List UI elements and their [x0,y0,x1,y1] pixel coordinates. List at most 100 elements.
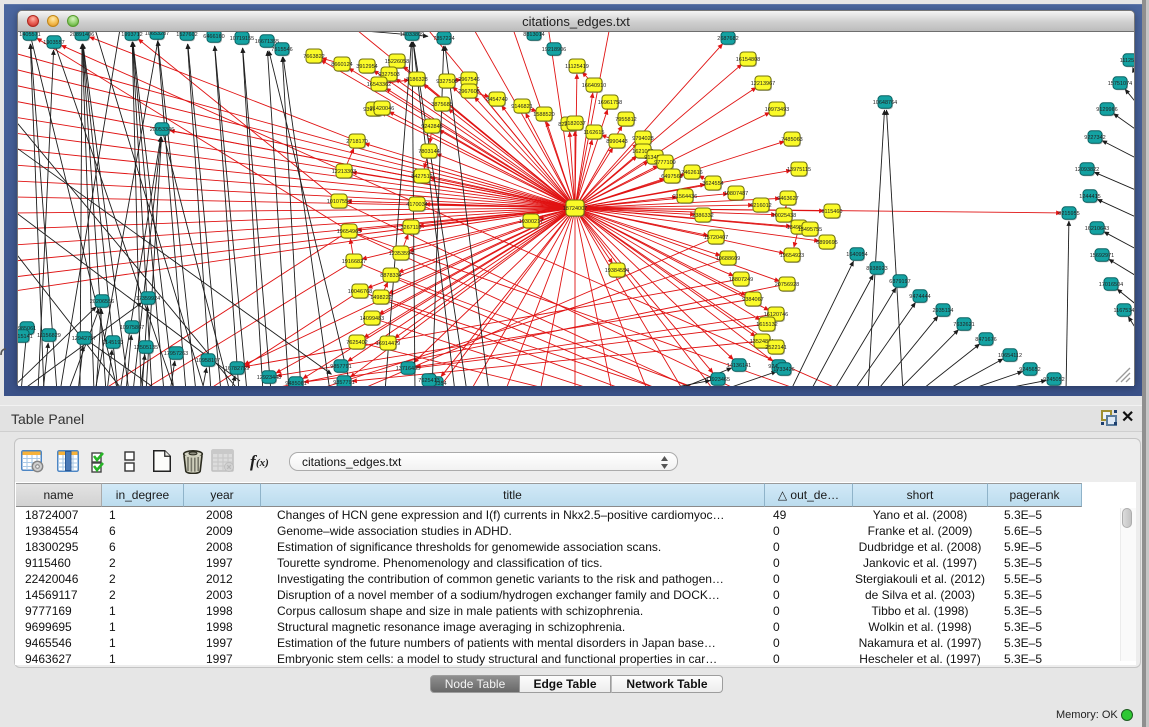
svg-text:20206556: 20206556 [90,299,114,305]
svg-text:10719155: 10719155 [230,36,254,42]
svg-text:10107553: 10107553 [327,199,351,205]
svg-text:9182037: 9182037 [564,121,585,127]
svg-text:16782759: 16782759 [225,366,249,372]
svg-text:16914479: 16914479 [376,341,400,347]
svg-text:18807249: 18807249 [729,277,753,283]
svg-text:2967608: 2967608 [458,89,479,95]
svg-text:9463627: 9463627 [777,196,798,202]
svg-text:10958107: 10958107 [196,358,220,364]
svg-text:3915141: 3915141 [18,334,33,340]
svg-text:8427512: 8427512 [411,174,432,180]
svg-text:1244415: 1244415 [1079,194,1100,200]
svg-text:1527602: 1527602 [176,32,197,38]
svg-text:1903557: 1903557 [43,40,64,46]
svg-text:18724007: 18724007 [563,206,587,212]
svg-text:9129966: 9129966 [1096,107,1117,113]
svg-text:8471676: 8471676 [975,337,996,343]
svg-text:4170034: 4170034 [406,202,427,208]
svg-text:7462616: 7462616 [681,170,702,176]
svg-text:13716485: 13716485 [396,366,420,372]
svg-text:17359924: 17359924 [136,296,160,302]
svg-text:9242845: 9242845 [421,124,442,130]
svg-text:9384067: 9384067 [742,297,763,303]
svg-text:9474444: 9474444 [909,294,930,300]
svg-text:1640954: 1640954 [846,252,867,258]
svg-text:2718170: 2718170 [346,139,367,145]
svg-text:2935114: 2935114 [932,308,953,314]
svg-text:7857224: 7857224 [433,36,454,42]
svg-text:1498222: 1498222 [370,295,391,301]
svg-text:19654923: 19654923 [780,253,804,259]
svg-text:8186328: 8186328 [406,77,427,83]
svg-text:3875685: 3875685 [431,102,452,108]
svg-text:6466160: 6466160 [203,34,224,40]
svg-text:9115460: 9115460 [821,209,842,215]
svg-text:20053346: 20053346 [150,127,174,133]
svg-text:(x): (x) [256,457,269,469]
svg-text:16640910: 16640910 [582,83,606,89]
svg-text:2967546: 2967546 [458,77,479,83]
svg-text:16154808: 16154808 [736,57,760,63]
svg-text:1112543: 1112543 [1120,58,1134,64]
svg-text:7625413: 7625413 [418,378,439,384]
svg-text:7803144: 7803144 [418,149,439,155]
svg-text:6899695: 6899695 [816,240,837,246]
svg-text:7632621: 7632621 [953,322,974,328]
svg-text:10025438: 10025438 [772,213,796,219]
svg-text:10653287: 10653287 [145,32,169,37]
svg-text:9857791: 9857791 [333,380,354,386]
svg-text:20756928: 20756928 [775,282,799,288]
svg-text:2687682: 2687682 [717,36,738,42]
svg-text:19218906: 19218906 [542,47,566,53]
svg-text:15692971: 15692971 [1090,253,1114,259]
svg-text:11156829: 11156829 [37,333,61,339]
svg-text:7955812: 7955812 [615,117,636,123]
svg-text:8660124: 8660124 [331,62,352,68]
svg-text:10648764: 10648764 [873,100,897,106]
svg-text:6216012: 6216012 [750,203,771,209]
svg-text:19654963: 19654963 [337,229,361,235]
svg-text:9857791: 9857791 [330,364,351,370]
svg-text:16033809: 16033809 [400,32,424,38]
svg-text:19166827: 19166827 [342,259,366,265]
svg-text:10654112: 10654112 [998,353,1022,359]
svg-text:15720407: 15720407 [704,235,728,241]
svg-text:10973493: 10973493 [765,107,789,113]
svg-text:1162615: 1162615 [583,130,604,136]
svg-text:7625402: 7625402 [346,340,367,346]
svg-text:9794028: 9794028 [632,136,653,142]
svg-text:9245652: 9245652 [1019,367,1040,373]
svg-text:10046768: 10046768 [348,289,372,295]
svg-text:16210643: 16210643 [1085,226,1109,232]
svg-text:16543362: 16543362 [367,82,391,88]
svg-text:1615132: 1615132 [756,322,777,328]
svg-text:11923465: 11923465 [706,377,730,383]
svg-text:10688609: 10688609 [716,256,740,262]
svg-text:19384554: 19384554 [605,268,629,274]
svg-text:9327508: 9327508 [436,79,457,85]
svg-text:2386332: 2386332 [692,213,713,219]
svg-text:1145193: 1145193 [102,340,123,346]
svg-text:1733426: 1733426 [773,367,794,373]
svg-text:17016504: 17016504 [1099,282,1123,288]
svg-text:12923448: 12923448 [257,375,281,381]
svg-text:14136141: 14136141 [727,363,751,369]
svg-text:9146821: 9146821 [511,104,532,110]
svg-text:8878334: 8878334 [380,273,401,279]
svg-text:9245052: 9245052 [1043,377,1064,383]
svg-text:9777109: 9777109 [654,160,675,166]
svg-text:15751074: 15751074 [1108,81,1132,87]
svg-text:19300217: 19300217 [519,219,543,225]
svg-text:1405571: 1405571 [19,32,40,38]
svg-text:12942757: 12942757 [72,336,96,342]
svg-text:3912954: 3912954 [356,64,377,70]
svg-text:12093822: 12093822 [1075,167,1099,173]
svg-text:11125419: 11125419 [565,64,589,70]
svg-text:1167534: 1167534 [1113,308,1134,314]
svg-text:9485061: 9485061 [285,381,306,386]
svg-text:15226058: 15226058 [385,59,409,65]
svg-text:10807487: 10807487 [724,191,748,197]
svg-text:1588520: 1588520 [533,112,554,118]
svg-text:12353594: 12353594 [389,251,413,257]
svg-text:16961758: 16961758 [598,100,622,106]
